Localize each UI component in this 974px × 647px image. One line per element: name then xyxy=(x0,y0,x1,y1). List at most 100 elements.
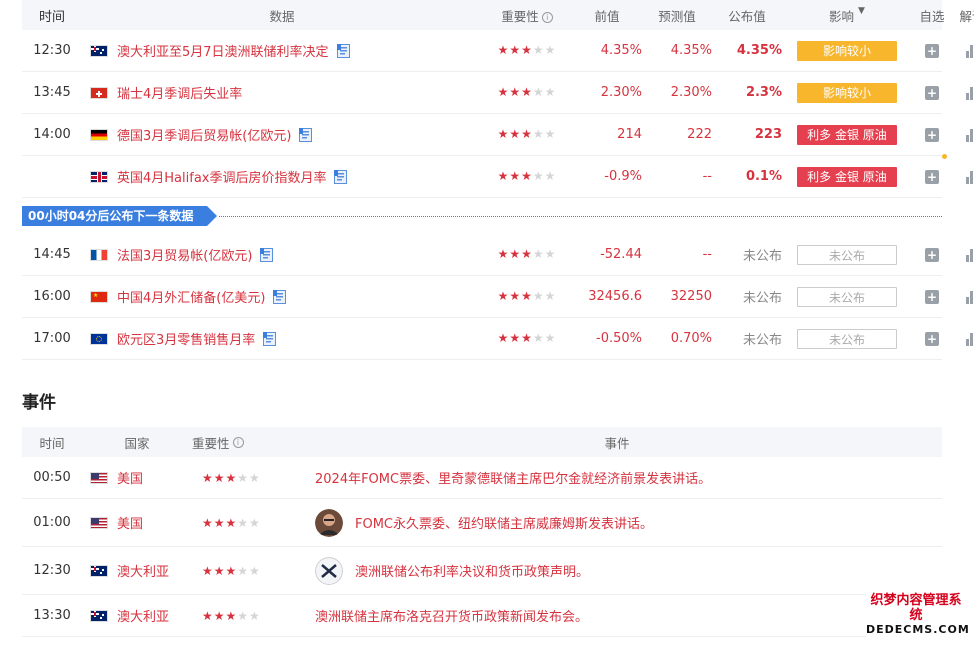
report-doc-icon[interactable] xyxy=(263,331,281,346)
chart-bars-icon[interactable] xyxy=(965,248,974,262)
row-name[interactable]: 德国3月季调后贸易帐(亿欧元) xyxy=(117,125,291,144)
report-doc-icon[interactable] xyxy=(336,43,355,58)
event-time: 12:30 xyxy=(33,563,71,578)
row-prev: 32456.6 xyxy=(572,289,642,304)
data-row: 14:00 德国3月季调后贸易帐(亿欧元) ★★★★★ 214 222 223 利多 金银 … xyxy=(22,114,973,156)
data-rows-released: 12:30 澳大利亚至5月7日澳洲联储利率决定 ★★★★★ 4.35% 4.35% 4.3… xyxy=(22,30,973,198)
flag-au-icon xyxy=(90,609,108,622)
events-rows: 00:50 美国 ★★★★★ 2024年FOMC票委、里奇蒙德联储主席巴尔金就经济前景… xyxy=(22,457,942,637)
event-importance: ★★★★★ xyxy=(192,471,292,485)
importance-stars: ★★★★★ xyxy=(497,127,557,141)
row-prev-value: -52.44 xyxy=(600,247,642,262)
importance-stars: ★★★★★ xyxy=(497,85,557,99)
row-forecast: 222 xyxy=(687,127,712,142)
site-watermark: 织梦内容管理系统 DEDECMS.COM xyxy=(866,594,969,637)
row-published: 未公布 xyxy=(742,291,782,306)
event-row: 12:30 澳大利亚 ★★★★★ 澳洲联储公布利率决议和货币政策声明。 xyxy=(22,547,942,595)
event-text[interactable]: FOMC永久票委、纽约联储主席威廉姆斯发表讲话。 xyxy=(355,513,653,532)
col-prev: 前值 xyxy=(594,8,620,24)
info-icon[interactable]: i xyxy=(541,11,553,23)
report-doc-icon[interactable] xyxy=(334,169,352,184)
row-prev: -0.50% xyxy=(572,331,642,346)
data-row: 16:00 ★ 中国4月外汇储备(亿美元) ★★★★★ 32456.6 32250 未公布未… xyxy=(22,276,973,318)
row-data: 法国3月贸易帐(亿欧元) xyxy=(82,245,482,264)
row-fav: + xyxy=(912,169,952,184)
effect-badge: 利多 金银 原油 xyxy=(797,166,897,187)
row-name[interactable]: 中国4月外汇储备(亿美元) xyxy=(117,287,265,306)
event-text[interactable]: 澳洲联储公布利率决议和货币政策声明。 xyxy=(355,561,589,580)
revision-dot xyxy=(942,154,947,159)
row-name[interactable]: 澳大利亚至5月7日澳洲联储利率决定 xyxy=(117,41,329,60)
row-read xyxy=(952,332,974,346)
event-importance: ★★★★★ xyxy=(192,564,292,578)
event-importance: ★★★★★ xyxy=(192,609,292,623)
row-name[interactable]: 法国3月贸易帐(亿欧元) xyxy=(117,245,252,264)
event-country: 美国 xyxy=(82,513,192,532)
effect-badge: 未公布 xyxy=(797,286,897,307)
row-time: 13:45 xyxy=(33,85,71,100)
caret-down-icon: ▼ xyxy=(858,5,865,16)
row-prev: -52.44 xyxy=(572,247,642,262)
add-fav-plus-icon[interactable]: + xyxy=(925,127,939,142)
next-release-label: 00小时04分后公布下一条数据 xyxy=(22,206,218,226)
next-release-line xyxy=(219,215,942,217)
row-forecast: 0.70% xyxy=(670,331,712,346)
flag-us-icon xyxy=(90,516,108,529)
col-time: 时间 xyxy=(38,9,65,25)
event-country: 美国 xyxy=(82,468,192,487)
col-effect[interactable]: 影响 ▼ xyxy=(782,6,912,25)
row-name[interactable]: 欧元区3月零售销售月率 xyxy=(117,329,255,348)
report-doc-icon[interactable] xyxy=(273,289,291,304)
effect-badge: 未公布 xyxy=(797,328,897,349)
report-doc-icon[interactable] xyxy=(260,247,278,262)
row-name[interactable]: 瑞士4月季调后失业率 xyxy=(117,83,242,102)
chart-bars-icon[interactable] xyxy=(965,332,974,346)
event-country-name: 美国 xyxy=(117,472,144,487)
event-time: 00:50 xyxy=(33,470,71,485)
event-country-name: 澳大利亚 xyxy=(117,610,170,625)
col-forecast: 预测值 xyxy=(658,8,696,24)
row-published: 223 xyxy=(754,127,782,142)
event-text[interactable]: 2024年FOMC票委、里奇蒙德联储主席巴尔金就经济前景发表讲话。 xyxy=(315,468,711,487)
row-read xyxy=(952,290,974,304)
speaker-avatar xyxy=(315,508,343,537)
importance-stars: ★★★★★ xyxy=(202,515,261,530)
chart-bars-icon[interactable] xyxy=(965,44,974,58)
event-text[interactable]: 澳洲联储主席布洛克召开货币政策新闻发布会。 xyxy=(315,606,588,625)
report-doc-icon[interactable] xyxy=(299,127,317,142)
event-country: 澳大利亚 xyxy=(82,606,192,625)
row-effect: 影响较小 xyxy=(782,82,912,103)
importance-stars: ★★★★★ xyxy=(202,470,261,485)
row-data: 欧元区3月零售销售月率 xyxy=(82,329,482,348)
event-content: FOMC永久票委、纽约联储主席威廉姆斯发表讲话。 xyxy=(292,508,942,537)
col-read: 解读 xyxy=(959,8,974,24)
row-name[interactable]: 英国4月Halifax季调后房价指数月率 xyxy=(117,167,326,186)
events-col-country: 国家 xyxy=(124,435,150,451)
add-fav-plus-icon[interactable]: + xyxy=(925,43,939,58)
row-prev-value: -0.50% xyxy=(596,331,642,346)
row-published: 2.3% xyxy=(745,85,782,100)
data-row: 12:30 澳大利亚至5月7日澳洲联储利率决定 ★★★★★ 4.35% 4.35% 4.3… xyxy=(22,30,973,72)
row-prev: 4.35% xyxy=(572,43,642,58)
chart-bars-icon[interactable] xyxy=(965,290,974,304)
info-icon[interactable]: i xyxy=(232,436,244,448)
chart-bars-icon[interactable] xyxy=(965,128,974,142)
add-fav-plus-icon[interactable]: + xyxy=(925,85,939,100)
event-time: 13:30 xyxy=(33,608,71,623)
add-fav-plus-icon[interactable]: + xyxy=(925,289,939,304)
event-country-name: 美国 xyxy=(117,517,144,532)
add-fav-plus-icon[interactable]: + xyxy=(925,247,939,262)
row-forecast: 4.35% xyxy=(670,43,712,58)
event-content: 澳洲联储公布利率决议和货币政策声明。 xyxy=(292,556,942,585)
event-country: 澳大利亚 xyxy=(82,561,192,580)
row-effect: 利多 金银 原油 xyxy=(782,166,912,187)
importance-stars: ★★★★★ xyxy=(497,247,557,261)
row-prev-value: 2.30% xyxy=(600,85,642,100)
chart-bars-icon[interactable] xyxy=(965,170,974,184)
row-time: 12:30 xyxy=(33,43,71,58)
row-read xyxy=(952,248,974,262)
add-fav-plus-icon[interactable]: + xyxy=(925,169,939,184)
importance-stars: ★★★★★ xyxy=(497,331,557,345)
chart-bars-icon[interactable] xyxy=(965,86,974,100)
add-fav-plus-icon[interactable]: + xyxy=(925,331,939,346)
